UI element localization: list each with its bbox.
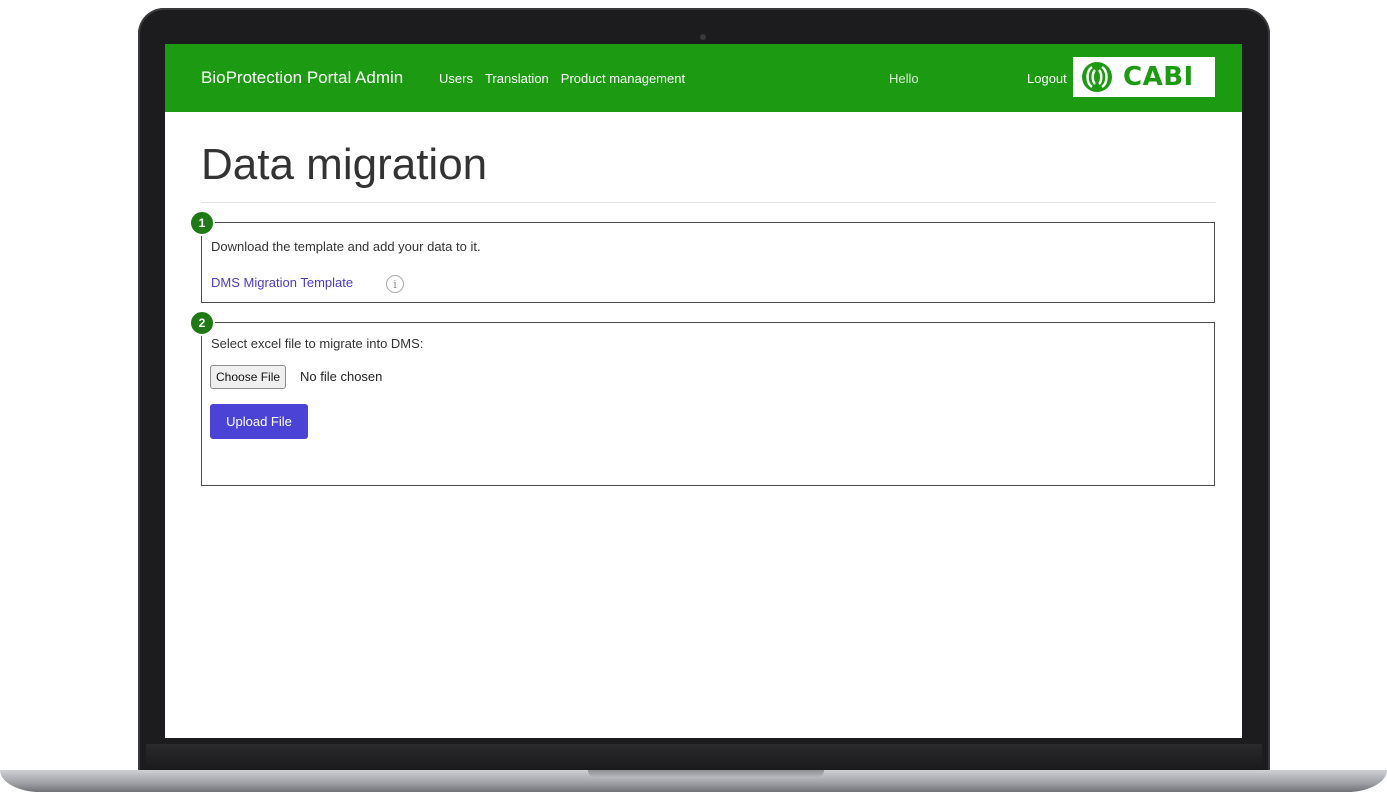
nav-links: Users Translation Product management <box>439 71 685 86</box>
laptop-chin <box>146 744 1262 770</box>
laptop-notch <box>588 770 824 778</box>
logout-link[interactable]: Logout <box>1027 71 1067 86</box>
nav-link-product-management[interactable]: Product management <box>561 71 685 86</box>
nav-link-users[interactable]: Users <box>439 71 473 86</box>
screen: BioProtection Portal Admin Users Transla… <box>165 44 1242 738</box>
step-1-badge: 1 <box>189 210 215 236</box>
greeting-text: Hello <box>889 71 919 86</box>
file-status-text: No file chosen <box>300 369 383 384</box>
step-1-instruction: Download the template and add your data … <box>211 239 481 254</box>
step-2-badge: 2 <box>189 310 215 336</box>
navbar: BioProtection Portal Admin Users Transla… <box>165 44 1242 112</box>
step-2-panel: 2 Select excel file to migrate into DMS:… <box>189 310 1215 486</box>
brand-link[interactable]: BioProtection Portal Admin <box>201 68 403 88</box>
choose-file-button[interactable]: Choose File <box>210 365 287 389</box>
page-title: Data migration <box>201 140 488 189</box>
info-icon[interactable]: i <box>386 275 404 293</box>
nav-link-translation[interactable]: Translation <box>485 71 549 86</box>
template-download-link[interactable]: DMS Migration Template <box>211 275 353 290</box>
cabi-logo-icon <box>1082 62 1112 92</box>
cabi-logo-text: CABI <box>1123 62 1194 92</box>
title-divider <box>201 202 1216 203</box>
camera-dot <box>700 34 706 40</box>
upload-file-button[interactable]: Upload File <box>210 404 308 439</box>
step-2-instruction: Select excel file to migrate into DMS: <box>211 336 424 351</box>
step-1-panel: 1 Download the template and add your dat… <box>189 210 1215 303</box>
cabi-logo: CABI <box>1073 57 1215 97</box>
